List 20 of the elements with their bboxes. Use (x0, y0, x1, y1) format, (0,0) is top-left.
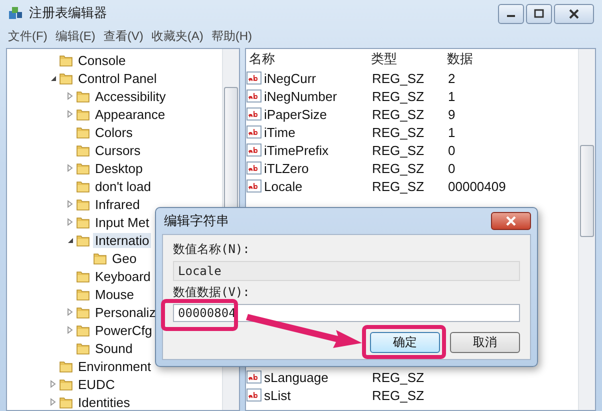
table-cell-text: REG_SZ (371, 160, 426, 176)
table-cell-text: REG_SZ (371, 388, 426, 402)
table-cell-text: 0 (447, 142, 456, 158)
table-cell-text: 0 (447, 160, 456, 176)
field-label: 数值数据(V): (173, 284, 251, 301)
dialog-title: 编辑字符串 (164, 212, 229, 230)
table-cell-text: REG_SZ (371, 88, 426, 104)
table-cell-text: REG_SZ (371, 106, 426, 122)
table-cell-text: REG_SZ (371, 70, 426, 86)
window-title: 注册表编辑器 (29, 4, 107, 22)
table-cell-text: 2 (447, 70, 456, 86)
table-cell-text: REG_SZ (371, 142, 426, 158)
table-cell-text: REG_SZ (371, 124, 426, 140)
table-cell-text: REG_SZ (371, 178, 426, 194)
table-cell-text: REG_SZ (371, 370, 426, 384)
field-label: 数值名称(N): (173, 241, 251, 258)
table-cell-text: 00000409 (447, 178, 507, 194)
table-cell-text: 1 (447, 88, 456, 104)
table-cell-text: 1 (447, 124, 456, 140)
table-cell-text: 9 (447, 106, 456, 122)
